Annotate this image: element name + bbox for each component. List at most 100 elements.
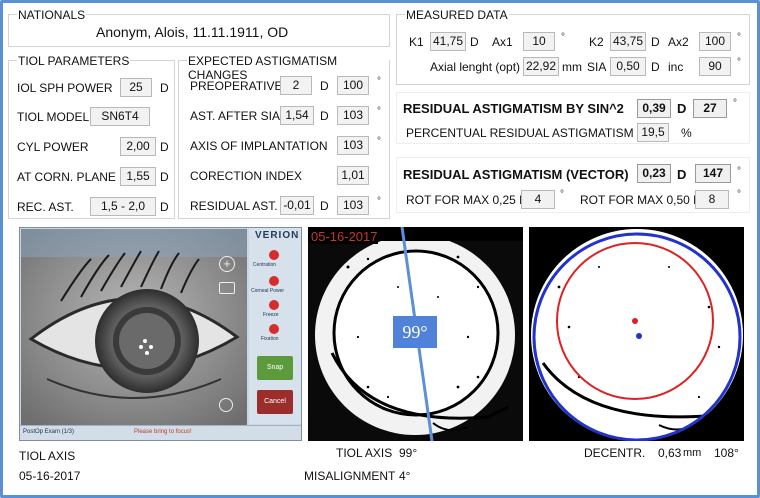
reset-icon[interactable]: [219, 398, 233, 412]
residual-ast-label: RESIDUAL AST.: [190, 199, 278, 213]
k2-label: K2: [589, 35, 604, 49]
zoom-in-icon[interactable]: +: [219, 256, 235, 272]
ax1-label: Ax1: [492, 35, 513, 49]
sia-value[interactable]: 0,50: [610, 57, 646, 76]
rec-ast-value[interactable]: 1,5 - 2,0: [90, 197, 156, 216]
nationals-title: NATIONALS: [17, 8, 87, 22]
cancel-button[interactable]: Cancel: [257, 390, 293, 414]
residual-vector-axis[interactable]: 147: [695, 164, 731, 183]
percentual-residual-unit: %: [681, 126, 692, 140]
exam-date: 05-16-2017: [19, 469, 81, 483]
rec-ast-label: REC. AST.: [17, 200, 74, 214]
decentration-graphic: [529, 227, 744, 441]
cyl-power-unit: D: [160, 140, 169, 154]
rot-025-unit: °: [560, 189, 564, 200]
rot-025-label: ROT FOR MAX 0,25 D: [406, 193, 528, 207]
axis-overlay-badge: 99°: [393, 316, 437, 348]
fixation-indicator[interactable]: [269, 324, 279, 334]
snap-button[interactable]: Snap: [257, 356, 293, 380]
preop-axis-unit: °: [377, 76, 381, 87]
residual-vector-axis-unit: °: [737, 166, 741, 177]
verion-camera-view: VERION Centration Corneal Power Freeze F…: [19, 227, 302, 441]
k2-value[interactable]: 43,75: [610, 32, 646, 51]
sia-label: SIA: [587, 60, 607, 74]
cyl-power-label: CYL POWER: [17, 140, 89, 154]
tiol-axis-title: TIOL AXIS: [19, 449, 76, 463]
residual-ast-axis-value[interactable]: 103: [337, 196, 369, 215]
inc-unit: °: [737, 57, 741, 68]
corneal-power-indicator[interactable]: [269, 276, 279, 286]
residual-vector-group: RESIDUAL ASTIGMATISM (VECTOR) 0,23 D 147…: [396, 157, 750, 213]
inc-label: inc: [668, 60, 684, 74]
tiol-model-value[interactable]: SN6T4: [90, 107, 150, 126]
residual-sin-unit: D: [677, 101, 687, 116]
verion-brand: VERION: [255, 230, 300, 241]
percentual-residual-value[interactable]: 19,5: [637, 123, 669, 142]
residual-sin-title: RESIDUAL ASTIGMATISM BY SIN^2: [403, 101, 624, 116]
focus-warning: Please bring to focus!: [134, 429, 192, 435]
after-sia-axis-unit: °: [377, 106, 381, 117]
residual-vector-title: RESIDUAL ASTIGMATISM (VECTOR): [403, 167, 629, 182]
verion-footer: PostOp Exam (1/3) Please bring to focus!: [20, 425, 301, 440]
k2-unit: D: [651, 35, 660, 49]
residual-ast-value[interactable]: -0,01: [280, 196, 314, 215]
after-sia-unit: D: [320, 109, 329, 123]
decentration-label: DECENTR.: [584, 446, 646, 460]
cyl-power-value[interactable]: 2,00: [120, 137, 156, 156]
snap-label: Snap: [266, 364, 284, 371]
after-sia-value[interactable]: 1,54: [280, 106, 314, 125]
freeze-label: Freeze: [263, 312, 279, 318]
freeze-indicator[interactable]: [269, 300, 279, 310]
ax2-unit: °: [737, 32, 741, 43]
nationals-group: NATIONALS Anonym, Alois, 11.11.1911, OD: [8, 8, 390, 47]
centration-indicator[interactable]: [269, 250, 279, 260]
axis-implantation-unit: °: [377, 136, 381, 147]
expected-astigmatism-group: EXPECTED ASTIGMATISM CHANGES PREOPERATIV…: [178, 54, 390, 219]
sia-unit: D: [651, 60, 660, 74]
residual-ast-unit: D: [320, 199, 329, 213]
corn-plane-label: AT CORN. PLANE: [17, 170, 116, 184]
residual-sin-axis[interactable]: 27: [693, 99, 727, 118]
cancel-label: Cancel: [264, 398, 286, 405]
residual-vector-value[interactable]: 0,23: [637, 164, 671, 183]
axis-implantation-value[interactable]: 103: [337, 136, 369, 155]
axial-length-value[interactable]: 22,92: [523, 57, 559, 76]
preop-value[interactable]: 2: [280, 76, 312, 95]
patient-info: Anonym, Alois, 11.11.1911, OD: [96, 24, 289, 40]
rot-050-unit: °: [737, 189, 741, 200]
residual-sin-value[interactable]: 0,39: [637, 99, 671, 118]
correction-index-value[interactable]: 1,01: [337, 166, 369, 185]
after-sia-label: AST. AFTER SIA: [190, 109, 281, 123]
centration-label: Centration: [253, 262, 277, 268]
corneal-power-label: Corneal Power: [251, 288, 285, 294]
misalignment-label: MISALIGNMENT: [304, 469, 396, 483]
k1-value[interactable]: 41,75: [430, 32, 466, 51]
preop-axis-value[interactable]: 100: [337, 76, 369, 95]
rot-050-label: ROT FOR MAX 0,50 D: [580, 193, 702, 207]
corn-plane-unit: D: [160, 170, 169, 184]
correction-index-label: CORECTION INDEX: [190, 169, 303, 183]
misalignment-value: 4°: [399, 469, 411, 483]
axial-length-label: Axial lenght (opt): [430, 60, 521, 74]
residual-ast-axis-unit: °: [377, 196, 381, 207]
ax1-value[interactable]: 10: [523, 32, 555, 51]
iol-sph-value[interactable]: 25: [120, 78, 152, 97]
fixation-label: Fixation: [261, 336, 279, 342]
rot-050-value[interactable]: 8: [695, 190, 729, 209]
after-sia-axis-value[interactable]: 103: [337, 106, 369, 125]
ax2-value[interactable]: 100: [699, 32, 731, 51]
percentual-residual-label: PERCENTUAL RESIDUAL ASTIGMATISM: [406, 126, 634, 140]
rot-025-value[interactable]: 4: [521, 190, 555, 209]
postop-exam-label: PostOp Exam (1/3): [23, 429, 75, 435]
inc-value[interactable]: 90: [699, 57, 731, 76]
tiol-axis-label: TIOL AXIS: [336, 446, 393, 460]
iol-sph-unit: D: [160, 81, 169, 95]
ax2-label: Ax2: [668, 35, 689, 49]
axial-length-unit: mm: [562, 60, 582, 74]
corn-plane-value[interactable]: 1,55: [120, 167, 156, 186]
camera-icon[interactable]: [219, 282, 235, 294]
decentration-axis: 108°: [714, 446, 739, 460]
verion-side-panel: VERION Centration Corneal Power Freeze F…: [249, 228, 301, 424]
residual-vector-unit: D: [677, 167, 687, 182]
tiol-axis-value: 99°: [399, 446, 418, 460]
